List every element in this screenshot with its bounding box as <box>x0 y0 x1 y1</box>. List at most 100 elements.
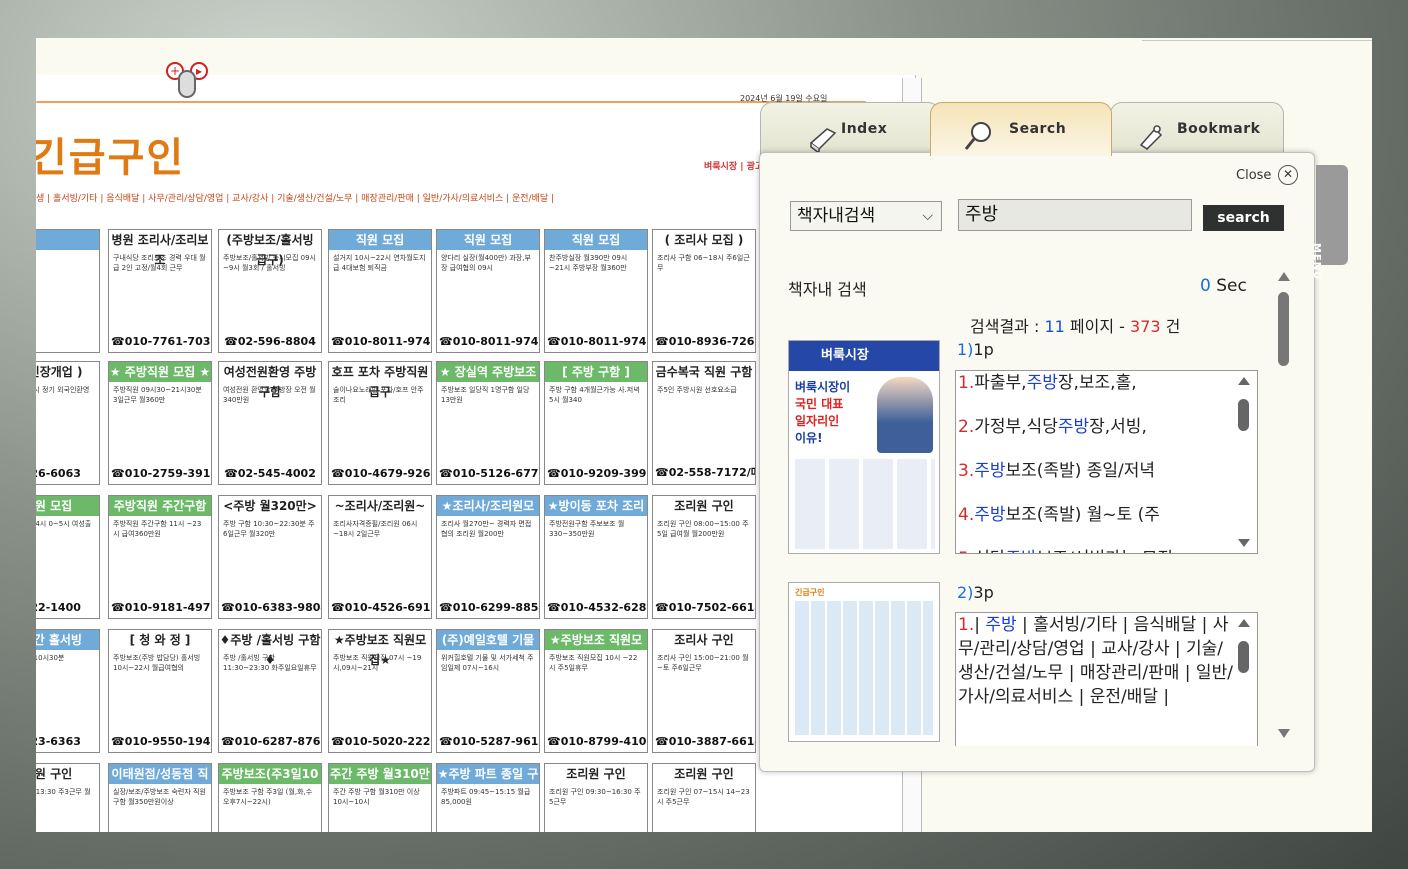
scroll-down-arrow-icon[interactable] <box>1278 729 1290 738</box>
ad-body: 주방보조 직원모집 10시 ~22시 주5일휴무 <box>549 654 638 672</box>
ad-title: 이태원점/성동점 직원구함 <box>109 764 211 801</box>
scroll-thumb[interactable] <box>1238 399 1249 431</box>
classified-ad[interactable]: ★주방보조 직원모집★ 주방보조 직원모집 10시 ~22시 주5일휴무 ☎010-… <box>544 629 648 753</box>
chevron-down-icon: ⌵ <box>922 208 933 224</box>
classified-ad[interactable]: [ 주방 구함 ] 주방 구함 4개월근가능 사.저녁5시 월340 ☎010-92… <box>544 361 648 485</box>
search-input[interactable]: 주방 <box>958 199 1192 231</box>
snippet-line[interactable]: 1.| 주방 | 홀서빙/기타 | 음식배달 | 사무/관리/상담/영업 | 교… <box>958 613 1235 709</box>
tab-index[interactable]: Index <box>760 102 940 158</box>
snippet-index: 5. <box>958 549 974 553</box>
classified-ad[interactable]: 조리사 구인 조리사 구인 15:00~21:00 월~토 주6일근무 ☎010-3… <box>652 629 756 753</box>
snippet-line[interactable]: 3.주방보조(족발) 종일/저녁 <box>958 459 1235 503</box>
classified-ad[interactable]: ★방이동 포차 조리부★ 주방전원구함 주보보조 월330~350만원 ☎010-4… <box>544 495 648 619</box>
ad-body: 시 07:00~13:30 주3근무 월57만원 <box>36 788 91 796</box>
classified-ad[interactable]: 직원 모집월급 09~14시 0~5시 여성출 3422-1400 <box>36 495 100 619</box>
classified-ad[interactable]: 조리원 구인 조리원 구인 08:00~15:00 주5일 급여월 월200만원 ☎… <box>652 495 756 619</box>
classified-ad[interactable]: 조리원 구인 조리원 구인 09:30~16:30 주5근무 <box>544 763 648 832</box>
classified-ad[interactable]: 주간 주방 월310만 구함 주간 주방 구함 월310만 이상 10시~10시 <box>328 763 432 832</box>
results-scrollbar[interactable] <box>1276 270 1292 740</box>
scroll-thumb[interactable] <box>1238 641 1249 673</box>
ad-body: 조리사자격증필/조리원 06시~18시 2일근무 <box>333 520 418 538</box>
snippet-text: | <box>974 615 986 635</box>
classified-ad[interactable]: ★주방보조 직원모집★ 주방보조 직원모집 07시 ~19시,09시~21시 ☎01… <box>328 629 432 753</box>
snippet-line[interactable]: 1.파출부,주방장,보조,홀, <box>958 371 1235 415</box>
ad-body: 조리사 월270만~ 경력자 면접협의 조리원 월200만 <box>441 520 532 538</box>
ad-title: ~조리사/조리원~ <box>334 499 426 513</box>
snippet-text: 파출부, <box>974 373 1027 393</box>
magnifier-icon <box>964 122 991 150</box>
snippet-scrollbar[interactable] <box>1237 377 1251 547</box>
result-snippet-box[interactable]: 1.| 주방 | 홀서빙/기타 | 음식배달 | 사무/관리/상담/영업 | 교… <box>955 612 1258 746</box>
scroll-up-arrow-icon[interactable] <box>1238 377 1250 385</box>
snippet-line[interactable]: 4.주방보조(족발) 월~토 (주 <box>958 503 1235 547</box>
result-label[interactable]: 2)3p <box>957 583 994 602</box>
classified-ad[interactable]: 여성전원환영 주방구함 여성전원 환영할 주방장 오전 월340만원 ☎02-545… <box>218 361 322 485</box>
classified-ad[interactable]: ★ 장실역 주방보조 ★ 주방보조 일당직 1명구함 일당13만원 ☎010-512… <box>436 361 540 485</box>
classified-ad[interactable]: ( 조리사 모집 ) 조리사 구함 06~18시 주6일근무 ☎010-8936-7… <box>652 229 756 353</box>
ad-title: <주방 월320만> <box>223 499 317 513</box>
classified-ad[interactable]: 리원 구인시 07:00~13:30 주3근무 월57만원 <box>36 763 100 832</box>
classified-ad[interactable]: 호프 포차 주방직원 급구 술이나요노래방 포차/호프 안주조리 ☎010-4679… <box>328 361 432 485</box>
classified-ad[interactable]: 직원 모집 설거지 10시~22시 연차월도지급 4대보험 퇴직금 ☎010-801… <box>328 229 432 353</box>
result-snippet-box[interactable]: 1.파출부,주방장,보조,홀, 2.가정부,식당주방장,서빙, 3.주방보조(족발)… <box>955 370 1258 554</box>
tab-bookmark[interactable]: Bookmark <box>1110 102 1284 158</box>
classified-ad[interactable]: (주)예일호텔 기물 및 서가세척 위커힐호텔 기물 및 서가세척 주임일제 07… <box>436 629 540 753</box>
classified-ad[interactable]: [ 청 와 정 ] 주방보조(주방 밥담당) 홀서빙 10시~22시 월급여협의 ☎… <box>108 629 212 753</box>
ad-body: 월 10~22시 정기 외국인환영 <box>36 386 90 394</box>
ad-phone: ☎010-9209-3993 <box>547 467 648 480</box>
classified-ad[interactable]: 이태원점/성동점 직원구함 실장/보조/주방보조 숙련자 직원구함 월350만원이… <box>108 763 212 832</box>
snippet-keyword: 주방 <box>1057 417 1090 437</box>
ad-body: 조리원 구인 08:00~15:00 주5일 급여월 월200만원 <box>657 520 749 538</box>
classified-ad[interactable]: 직원 모집 양다리 실장(월400만) 과장,부장 급여협의 09시 ☎010-80… <box>436 229 540 353</box>
ad-body: 주방 구함 10:30~22:30분 주6일근무 월320만 <box>223 520 315 538</box>
result-thumbnail[interactable]: 벼룩시장 벼룩시장이 국민 대표 일자리인 이유! <box>788 340 940 554</box>
snippet-keyword: 주방 <box>974 505 1006 525</box>
classified-ad[interactable]: 어 신장개업 ) 월 10~22시 정기 외국인환영 2026-6063 <box>36 361 100 485</box>
classified-ad[interactable]: 조리원 구인 조리원 구인 07~15시 14~23시 주5근무 <box>652 763 756 832</box>
classified-ad[interactable]: ★주방 파트 종일 구함★ 주방파트 09:45~15:15 월급85,000원 <box>436 763 540 832</box>
search-scope-select[interactable]: 책자내검색 ⌵ <box>790 201 942 231</box>
snippet-keyword: 주방 <box>985 615 1017 635</box>
search-button[interactable]: search <box>1203 205 1284 231</box>
ad-title: 조리사 구인 <box>674 633 734 647</box>
snippet-line[interactable]: 5.식당주방보조/서빙가능 모집 <box>958 547 1235 553</box>
classified-ad[interactable]: ★조리사/조리원모집★ 조리사 월270만~ 경력자 면접협의 조리원 월200만… <box>436 495 540 619</box>
classified-ad[interactable]: 금수복국 직원 구함주5인 주방시원 선호요소급 ☎02-558-7172/매니저 <box>652 361 756 485</box>
ad-body: 조리원 구인 09:30~16:30 주5근무 <box>549 788 641 806</box>
snippet-scrollbar[interactable] <box>1237 619 1251 740</box>
classified-ad[interactable]: 주방보조(주3일10시~22시) 주방보조 구함 주3일 (월,화,수 오후7시~… <box>218 763 322 832</box>
classified-ad[interactable]: ★ 주방직원 모집 ★ 주방직원 09시30~21시30분 3일근무 월360만 ☎… <box>108 361 212 485</box>
result-label[interactable]: 1)1p <box>957 340 994 359</box>
classified-ad[interactable]: <주방 월320만> 주방 구함 10:30~22:30분 주6일근무 월320만… <box>218 495 322 619</box>
classified-ad[interactable]: 병원 조리사/조리보조 구내식당 조리보조 경력 우대 월급 2인 고정/월4회 … <box>108 229 212 353</box>
scroll-up-arrow-icon[interactable] <box>1278 272 1290 281</box>
ad-title: ★주방보조 직원모집★ <box>545 630 647 667</box>
summary-pages-unit: 페이지 - <box>1069 317 1125 336</box>
classified-ad[interactable]: ♦주방 /홀서빙 구함♦ 주방 /홀서빙 구함 11:30~23:30 화주일요일… <box>218 629 322 753</box>
ad-phone: ☎010-5126-6777 <box>439 467 540 480</box>
classified-ad[interactable]: ~조리사/조리원~ 조리사자격증필/조리원 06시~18시 2일근무 ☎010-45… <box>328 495 432 619</box>
result-thumbnail[interactable]: 긴급구인 <box>788 582 940 742</box>
side-menu-tab[interactable]: MENU <box>1311 165 1348 280</box>
scroll-up-arrow-icon[interactable] <box>1238 619 1250 627</box>
classified-ad[interactable] <box>36 229 100 353</box>
classified-ad[interactable]: / 주간 홀서빙서빙 09시 10시30분 3323-6363 <box>36 629 100 753</box>
classified-ad[interactable]: (주방보조/홀서빙 급구) 주방보조/홀서빙 동시모집 09시~9시 월3회 / … <box>218 229 322 353</box>
ad-title: ♦주방 /홀서빙 구함♦ <box>219 633 321 667</box>
scroll-down-arrow-icon[interactable] <box>1238 539 1250 547</box>
close-icon[interactable]: ✕ <box>1278 165 1298 185</box>
tab-search[interactable]: Search <box>930 102 1112 156</box>
paper-title: 긴급구인 <box>36 135 186 181</box>
snippet-line[interactable]: 2.가정부,식당주방장,서빙, <box>958 415 1235 459</box>
ad-title: 병원 조리사/조리보조 <box>111 233 209 267</box>
close-label[interactable]: Close <box>1236 168 1271 183</box>
thumbnail-masthead: 긴급구인 <box>795 588 825 597</box>
thumbnail-ads-grid <box>795 459 935 549</box>
classified-ad[interactable]: 직원 모집 찬주방실장 월390만 09시 ~21시 주방부장 월360만 ☎010… <box>544 229 648 353</box>
zoom-cursor-control[interactable]: + ▸ <box>166 62 216 102</box>
ad-body: 서빙 09시 10시30분 <box>36 654 65 662</box>
scroll-thumb[interactable] <box>1278 292 1289 366</box>
ad-phone: ☎010-4532-6283 <box>547 601 648 614</box>
tab-search-label: Search <box>1009 121 1067 137</box>
classified-ad[interactable]: 주방직원 주간구함 주방직원 주간구함 11시 ~23시 급여360만원 ☎010-… <box>108 495 212 619</box>
